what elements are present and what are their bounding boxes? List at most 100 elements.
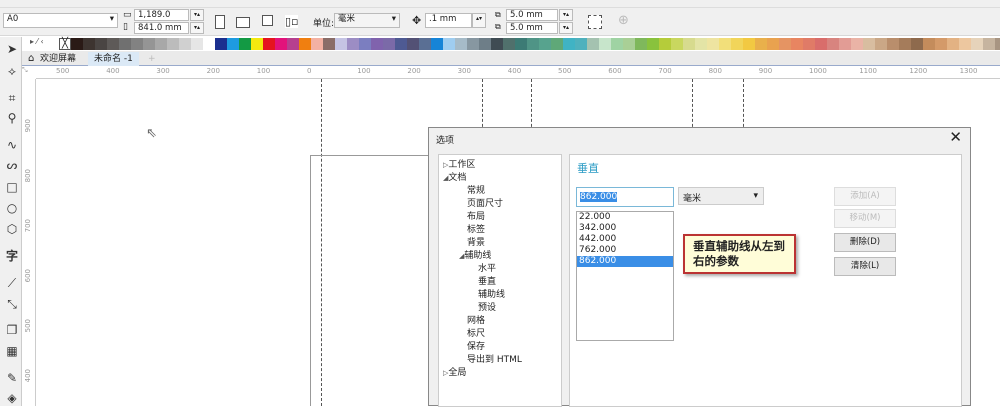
nudge-spinner[interactable]: ▴▾	[472, 13, 486, 28]
ellipse-tool-icon[interactable]: ○	[4, 200, 20, 216]
color-swatch[interactable]	[455, 37, 467, 50]
all-pages-icon[interactable]	[262, 15, 273, 26]
eyedropper-icon[interactable]: ✎	[4, 370, 20, 386]
close-icon[interactable]: ✕	[949, 128, 962, 146]
palette-scroll-icon[interactable]: ▸ ⁄ ‹	[30, 37, 44, 46]
color-swatch[interactable]	[119, 37, 131, 50]
rectangle-tool-icon[interactable]: □	[4, 179, 20, 195]
color-swatch[interactable]	[131, 37, 143, 50]
tree-item[interactable]: 背景	[467, 235, 485, 248]
page-height-input[interactable]: 841.0 mm	[134, 22, 189, 34]
tree-item[interactable]: 垂直	[478, 274, 496, 287]
zoom-tool-icon[interactable]: ⚲	[4, 110, 20, 126]
color-swatch[interactable]	[815, 37, 827, 50]
guide-list-item[interactable]: 22.000	[577, 212, 673, 223]
color-swatch[interactable]	[227, 37, 239, 50]
tree-item[interactable]: ▷全局	[443, 365, 466, 378]
color-swatch[interactable]	[275, 37, 287, 50]
color-swatch[interactable]	[743, 37, 755, 50]
color-swatch[interactable]	[587, 37, 599, 50]
color-swatch[interactable]	[887, 37, 899, 50]
tree-item[interactable]: 网格	[467, 313, 485, 326]
color-swatch[interactable]	[947, 37, 959, 50]
color-swatch[interactable]	[563, 37, 575, 50]
add-page-icon[interactable]: ⊕	[618, 13, 629, 28]
shape-tool-icon[interactable]: ⟡	[4, 63, 20, 79]
crop-tool-icon[interactable]: ⌗	[4, 90, 20, 106]
color-swatch[interactable]	[551, 37, 563, 50]
color-swatch[interactable]	[851, 37, 863, 50]
ruler-origin-icon[interactable]: ⤡	[22, 66, 36, 79]
color-swatch[interactable]	[251, 37, 263, 50]
dup-y-spinner[interactable]: ▾▴	[559, 22, 573, 34]
duplicate-y-input[interactable]: 5.0 mm	[506, 22, 558, 34]
tree-item[interactable]: 页面尺寸	[467, 196, 503, 209]
new-tab-icon[interactable]: +	[142, 52, 162, 66]
color-swatch[interactable]	[527, 37, 539, 50]
color-swatch[interactable]	[635, 37, 647, 50]
add-button[interactable]: 添加(A)	[834, 187, 896, 206]
color-swatch[interactable]	[287, 37, 299, 50]
artistic-media-icon[interactable]: ᔕ	[4, 157, 20, 173]
color-swatch[interactable]	[347, 37, 359, 50]
color-swatch[interactable]	[371, 37, 383, 50]
color-swatch[interactable]	[659, 37, 671, 50]
color-swatch[interactable]	[575, 37, 587, 50]
color-swatch[interactable]	[431, 37, 443, 50]
bleed-icon[interactable]	[588, 15, 602, 29]
color-swatch[interactable]	[311, 37, 323, 50]
color-swatch[interactable]	[107, 37, 119, 50]
color-swatch[interactable]	[299, 37, 311, 50]
color-swatch[interactable]	[359, 37, 371, 50]
tree-item[interactable]: 水平	[478, 261, 496, 274]
color-swatch[interactable]	[539, 37, 551, 50]
color-swatch[interactable]	[707, 37, 719, 50]
tree-item[interactable]: ◢文档	[443, 170, 466, 183]
color-swatch[interactable]	[383, 37, 395, 50]
color-swatch[interactable]	[935, 37, 947, 50]
color-swatch[interactable]	[215, 37, 227, 50]
pick-tool-icon[interactable]: ➤	[4, 41, 20, 57]
color-swatch[interactable]	[263, 37, 275, 50]
color-swatch[interactable]	[719, 37, 731, 50]
color-swatch[interactable]	[179, 37, 191, 50]
color-swatch[interactable]	[683, 37, 695, 50]
color-swatch[interactable]	[899, 37, 911, 50]
vertical-ruler[interactable]: 900 800 700 600 500 400	[22, 79, 36, 406]
color-swatch[interactable]	[827, 37, 839, 50]
color-swatch[interactable]	[779, 37, 791, 50]
color-swatch[interactable]	[791, 37, 803, 50]
guide-list-item[interactable]: 442.000	[577, 234, 673, 245]
move-button[interactable]: 移动(M)	[834, 209, 896, 228]
tab-welcome[interactable]: 欢迎屏幕	[34, 52, 82, 66]
nudge-input[interactable]: .1 mm	[425, 13, 472, 28]
guide-list-item[interactable]: 762.000	[577, 245, 673, 256]
color-swatch[interactable]	[203, 37, 215, 50]
color-swatch[interactable]	[671, 37, 683, 50]
tree-item[interactable]: 布局	[467, 209, 485, 222]
color-swatch[interactable]	[479, 37, 491, 50]
tree-item[interactable]: 辅助线	[478, 287, 505, 300]
color-swatch[interactable]	[971, 37, 983, 50]
text-tool-icon[interactable]: 字	[4, 248, 20, 264]
tree-item[interactable]: 预设	[478, 300, 496, 313]
color-swatch[interactable]	[395, 37, 407, 50]
guide-value-input[interactable]: 862.000	[576, 187, 674, 207]
color-swatch[interactable]	[983, 37, 995, 50]
color-swatch[interactable]	[875, 37, 887, 50]
tree-item[interactable]: ▷工作区	[443, 157, 475, 170]
horizontal-ruler[interactable]: 500 400 300 200 100 0 100 200 300 400 500 600 700 800…	[36, 66, 1000, 79]
color-swatch[interactable]	[647, 37, 659, 50]
page-size-select[interactable]: A0 ▾	[3, 13, 118, 28]
tree-item[interactable]: 导出到 HTML	[467, 352, 522, 365]
transparency-icon[interactable]: ▦	[4, 343, 20, 359]
color-palette[interactable]: ╳	[59, 37, 1000, 50]
unit-select[interactable]: 毫米 ▾	[678, 187, 764, 205]
page-width-input[interactable]: 1,189.0 mm	[134, 9, 189, 31]
tree-item[interactable]: 保存	[467, 339, 485, 352]
color-swatch[interactable]	[923, 37, 935, 50]
width-spinner[interactable]: ▾▴	[190, 9, 204, 21]
color-swatch[interactable]	[911, 37, 923, 50]
color-swatch[interactable]	[239, 37, 251, 50]
color-swatch[interactable]	[959, 37, 971, 50]
